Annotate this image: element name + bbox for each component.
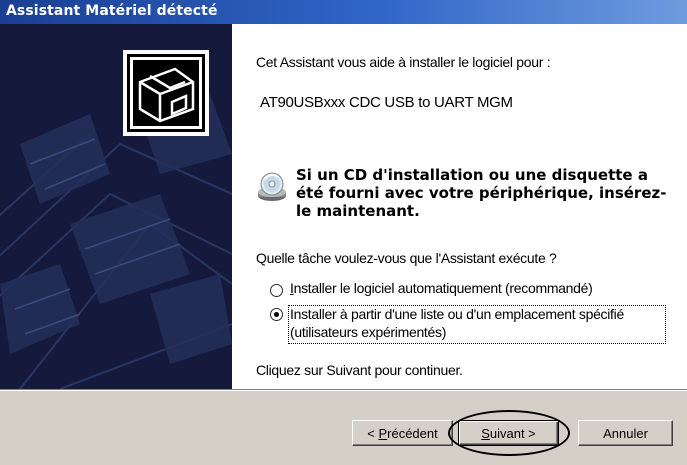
title-bar: Assistant Matériel détecté [0, 0, 687, 24]
radio-manual-install[interactable] [270, 308, 283, 321]
next-button[interactable]: Suivant > [458, 420, 559, 446]
back-button[interactable]: < Précédent [352, 420, 453, 446]
wizard-window: Assistant Matériel détecté Cet Assistant… [0, 0, 687, 465]
button-bar: < Précédent Suivant > Annuler [0, 389, 687, 465]
hardware-icon [123, 50, 209, 136]
task-question: Quelle tâche voulez-vous que l'Assistant… [256, 250, 557, 266]
cancel-button[interactable]: Annuler [578, 420, 673, 446]
banner-art [0, 24, 232, 389]
option-auto-install-label[interactable]: Installer le logiciel automatiquement (r… [290, 280, 593, 296]
wizard-content: Cet Assistant vous aide à installer le l… [256, 24, 676, 389]
wizard-banner [0, 24, 232, 389]
intro-text: Cet Assistant vous aide à installer le l… [256, 54, 551, 70]
window-title: Assistant Matériel détecté [6, 3, 218, 19]
option-manual-install-label2[interactable]: (utilisateurs expérimentés) [290, 324, 446, 340]
continue-text: Cliquez sur Suivant pour continuer. [256, 362, 463, 378]
cd-icon [256, 172, 288, 204]
radio-auto-install[interactable] [270, 284, 283, 297]
radio-selected-dot [274, 312, 279, 317]
cd-notice-text: Si un CD d'installation ou une disquette… [296, 166, 667, 220]
option-manual-install-label[interactable]: Installer à partir d'une liste ou d'un e… [290, 306, 624, 322]
device-name: AT90USBxxx CDC USB to UART MGM [260, 94, 513, 111]
auto-install-rest: nstaller le logiciel automatiquement (re… [293, 280, 593, 296]
